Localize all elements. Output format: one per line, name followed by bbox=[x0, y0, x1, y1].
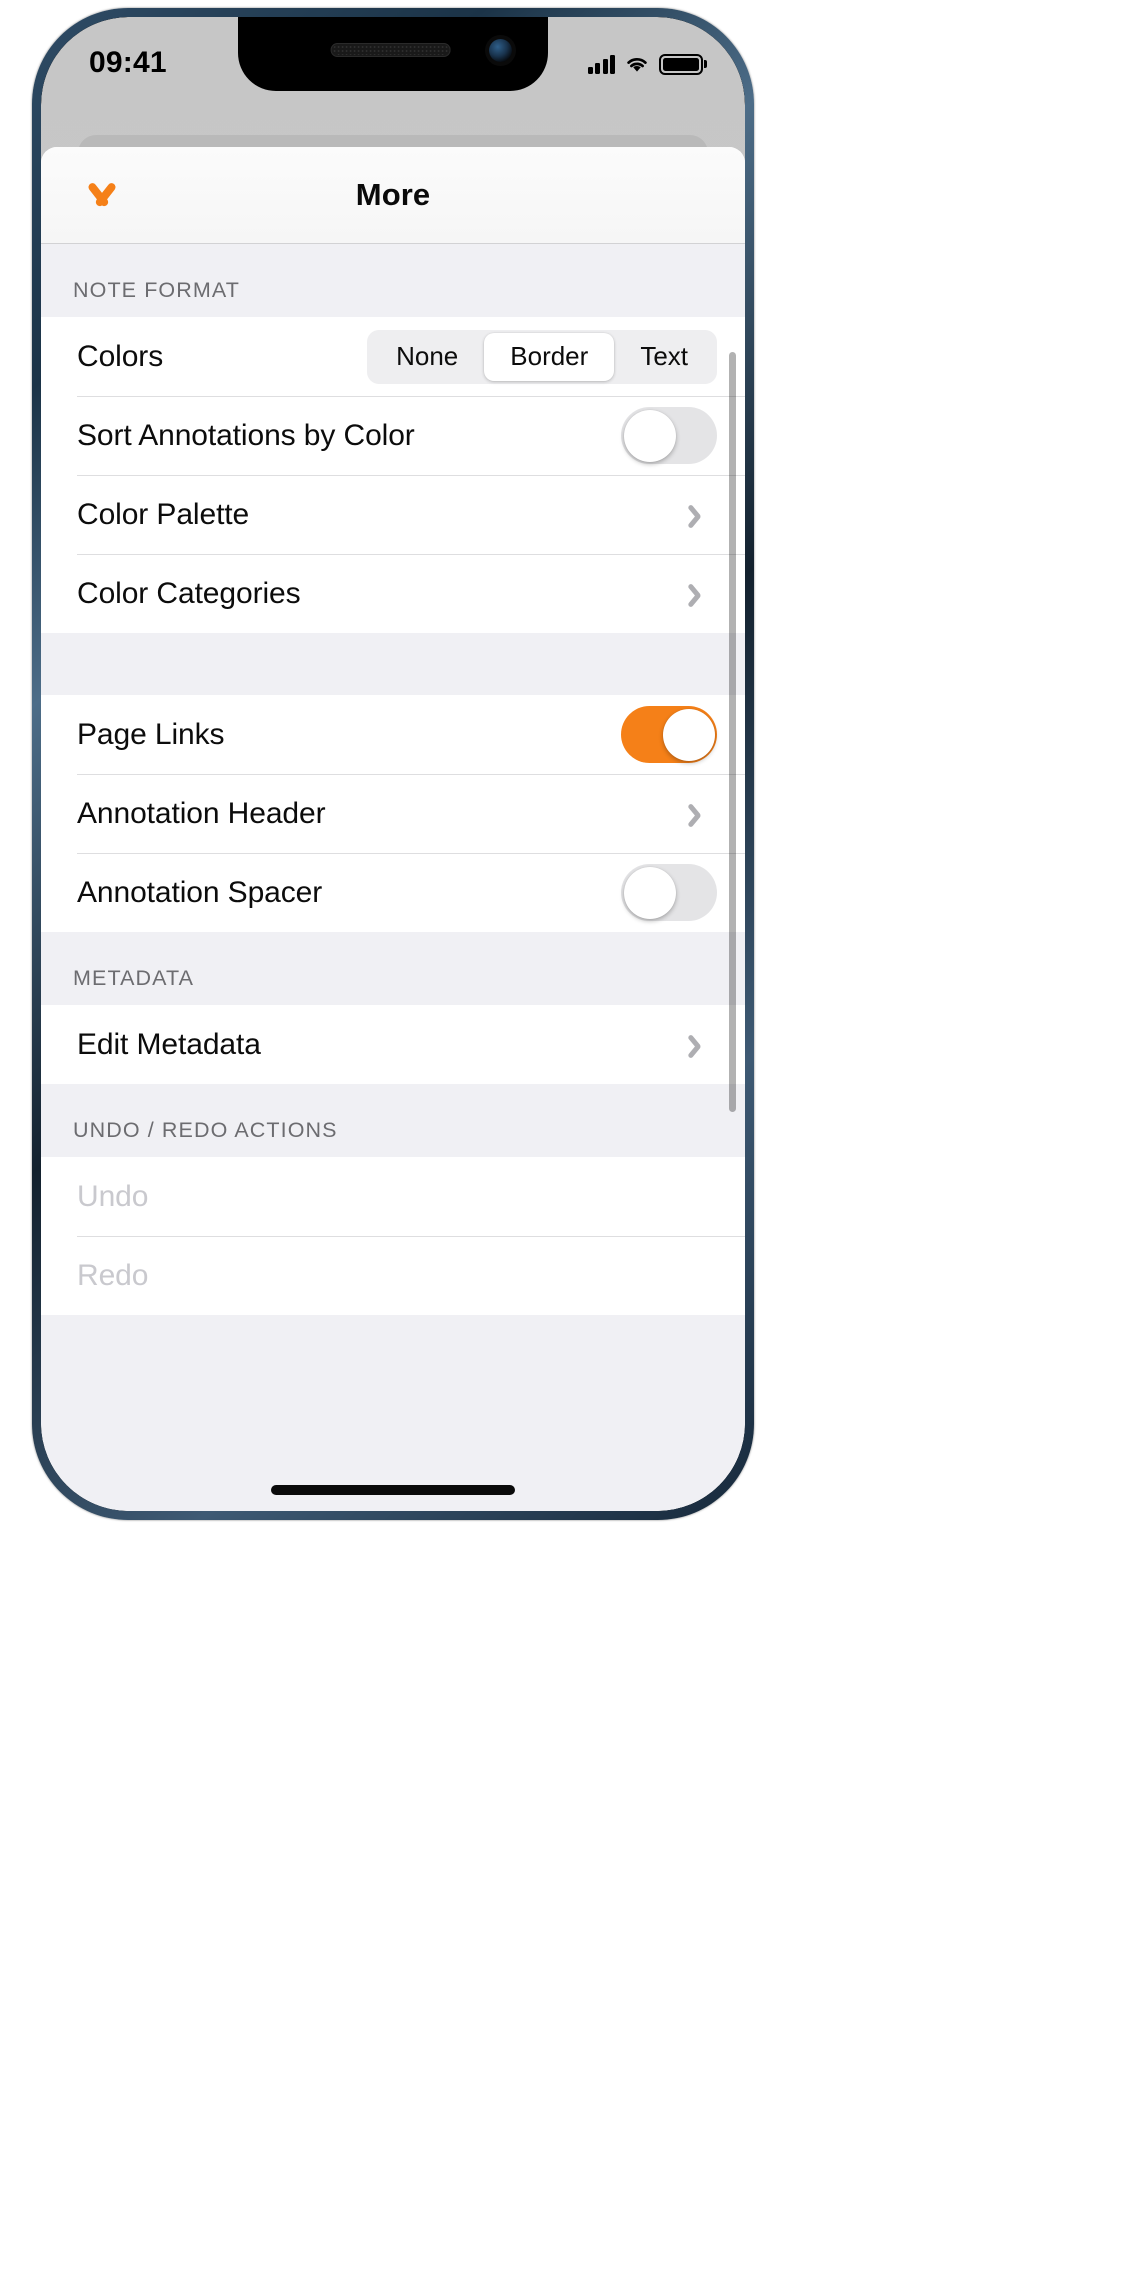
sheet-navigation-bar: More bbox=[41, 147, 745, 244]
toggle-page-links[interactable] bbox=[621, 706, 717, 763]
scrollbar-indicator[interactable] bbox=[729, 352, 736, 1112]
dismiss-sheet-button[interactable] bbox=[69, 166, 135, 224]
row-sort-annotations-by-color[interactable]: Sort Annotations by Color bbox=[41, 396, 745, 475]
toggle-annotation-spacer[interactable] bbox=[621, 864, 717, 921]
section-group-undo-redo: Undo Redo bbox=[41, 1157, 745, 1315]
section-group-metadata: Edit Metadata bbox=[41, 1005, 745, 1084]
colors-segmented-control[interactable]: None Border Text bbox=[367, 329, 717, 384]
chevron-right-icon bbox=[695, 1032, 709, 1058]
toggle-knob bbox=[662, 708, 715, 761]
chevron-right-icon bbox=[695, 581, 709, 607]
segment-text[interactable]: Text bbox=[614, 333, 714, 381]
row-undo[interactable]: Undo bbox=[41, 1157, 745, 1236]
row-page-links[interactable]: Page Links bbox=[41, 695, 745, 774]
section-header-metadata: METADATA bbox=[41, 932, 745, 1005]
device-notch bbox=[238, 17, 548, 91]
chevron-right-icon bbox=[695, 801, 709, 827]
section-header-note-format: NOTE FORMAT bbox=[41, 244, 745, 317]
section-group-note-format: Colors None Border Text Sort Annotations… bbox=[41, 317, 745, 633]
toggle-knob bbox=[623, 866, 676, 919]
section-spacer bbox=[41, 633, 745, 695]
row-redo[interactable]: Redo bbox=[41, 1236, 745, 1315]
toggle-sort-annotations-by-color[interactable] bbox=[621, 407, 717, 464]
row-label-color-categories: Color Categories bbox=[77, 576, 301, 610]
row-label-color-palette: Color Palette bbox=[77, 497, 250, 531]
device-screen: 09:41 More NOTE FORMAT Colors None Borde… bbox=[41, 17, 745, 1511]
row-label-page-links: Page Links bbox=[77, 717, 225, 751]
row-color-categories[interactable]: Color Categories bbox=[41, 554, 745, 633]
chevron-right-icon bbox=[695, 502, 709, 528]
list-bottom-spacer bbox=[41, 1315, 745, 1355]
settings-list[interactable]: NOTE FORMAT Colors None Border Text Sort… bbox=[41, 244, 745, 1511]
row-label-sort-annotations-by-color: Sort Annotations by Color bbox=[77, 418, 415, 452]
home-indicator[interactable] bbox=[271, 1485, 515, 1495]
segment-none[interactable]: None bbox=[370, 333, 484, 381]
iphone-device-frame: 09:41 More NOTE FORMAT Colors None Borde… bbox=[32, 8, 754, 1520]
row-label-colors: Colors bbox=[77, 339, 164, 373]
device-bezel: 09:41 More NOTE FORMAT Colors None Borde… bbox=[41, 17, 745, 1511]
row-annotation-spacer[interactable]: Annotation Spacer bbox=[41, 853, 745, 932]
row-label-redo: Redo bbox=[77, 1258, 149, 1292]
row-label-undo: Undo bbox=[77, 1179, 149, 1213]
front-camera-icon bbox=[489, 39, 512, 62]
row-label-annotation-spacer: Annotation Spacer bbox=[77, 875, 323, 909]
row-color-palette[interactable]: Color Palette bbox=[41, 475, 745, 554]
more-settings-sheet: More NOTE FORMAT Colors None Border Text… bbox=[41, 147, 745, 1511]
segment-border[interactable]: Border bbox=[484, 332, 615, 381]
row-label-annotation-header: Annotation Header bbox=[77, 796, 326, 830]
section-header-undo-redo-actions: UNDO / REDO ACTIONS bbox=[41, 1084, 745, 1157]
row-label-edit-metadata: Edit Metadata bbox=[77, 1027, 261, 1061]
section-group-page-options: Page Links Annotation Header Annotation … bbox=[41, 695, 745, 932]
row-edit-metadata[interactable]: Edit Metadata bbox=[41, 1005, 745, 1084]
toggle-knob bbox=[623, 409, 676, 462]
screenshot-stage: 09:41 More NOTE FORMAT Colors None Borde… bbox=[0, 0, 1142, 2278]
row-annotation-header[interactable]: Annotation Header bbox=[41, 774, 745, 853]
chevron-down-icon bbox=[82, 184, 122, 206]
page-title: More bbox=[355, 177, 431, 212]
row-colors[interactable]: Colors None Border Text bbox=[41, 317, 745, 396]
earpiece-speaker bbox=[330, 43, 451, 57]
